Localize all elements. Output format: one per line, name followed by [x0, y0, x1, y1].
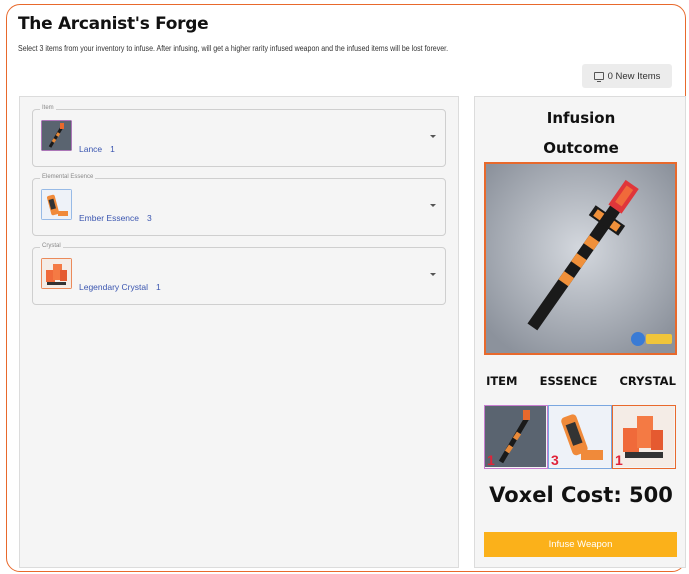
new-items-button[interactable]: 0 New Items	[582, 64, 672, 88]
page-subtitle: Select 3 items from your inventory to in…	[18, 44, 449, 53]
item-slot[interactable]: 1	[484, 405, 548, 469]
outcome-panel: Infusion Outcome ITEM ESSENCE CRYSTAL 1 …	[474, 96, 686, 568]
essence-name: Ember Essence	[79, 213, 139, 223]
essence-select-label: Ember Essence 3	[79, 213, 152, 223]
crystal-slot[interactable]: 1	[612, 405, 676, 469]
legendary-crystal-icon	[41, 258, 72, 289]
infuse-weapon-button[interactable]: Infuse Weapon	[484, 532, 677, 557]
crystal-select-legend: Crystal	[40, 243, 63, 249]
slot-label-essence: ESSENCE	[539, 374, 598, 388]
slot-labels: ITEM ESSENCE CRYSTAL	[475, 374, 687, 388]
crystal-name: Legendary Crystal	[79, 282, 148, 292]
lance-icon	[41, 120, 72, 151]
infusion-slots: 1 3 1	[484, 405, 676, 469]
item-slot-count: 1	[487, 452, 495, 468]
crystal-qty: 1	[155, 282, 161, 292]
essence-select-legend: Elemental Essence	[40, 174, 96, 180]
essence-qty: 3	[147, 213, 152, 223]
item-qty: 1	[110, 144, 115, 154]
infused-weapon-preview	[484, 162, 677, 355]
chevron-down-icon	[430, 135, 436, 138]
slot-label-crystal: CRYSTAL	[619, 374, 676, 388]
item-select-legend: Item	[40, 105, 56, 111]
new-items-label: 0 New Items	[607, 70, 661, 82]
item-select-label: Lance 1	[79, 144, 115, 154]
ember-essence-icon	[41, 189, 72, 220]
page-title: The Arcanist's Forge	[18, 14, 209, 34]
essence-select[interactable]: Elemental Essence Ember Essence 3	[32, 174, 446, 236]
voxel-cost: Voxel Cost: 500	[489, 483, 673, 507]
selection-panel: Item Lance 1 Elemental Essence Ember Ess…	[19, 96, 459, 568]
crystal-select[interactable]: Crystal Legendary Crystal 1	[32, 243, 446, 305]
chevron-down-icon	[430, 204, 436, 207]
slot-label-item: ITEM	[486, 374, 518, 388]
essence-slot-count: 3	[551, 452, 559, 468]
item-name: Lance	[79, 144, 103, 154]
crystal-slot-count: 1	[615, 452, 623, 468]
essence-slot[interactable]: 3	[548, 405, 612, 469]
crystal-select-label: Legendary Crystal 1	[79, 282, 161, 292]
outcome-title-line2: Outcome	[543, 139, 619, 157]
chevron-down-icon	[430, 273, 436, 276]
outcome-title-line1: Infusion	[546, 109, 616, 127]
item-select[interactable]: Item Lance 1	[32, 105, 446, 167]
monitor-icon	[593, 72, 604, 82]
